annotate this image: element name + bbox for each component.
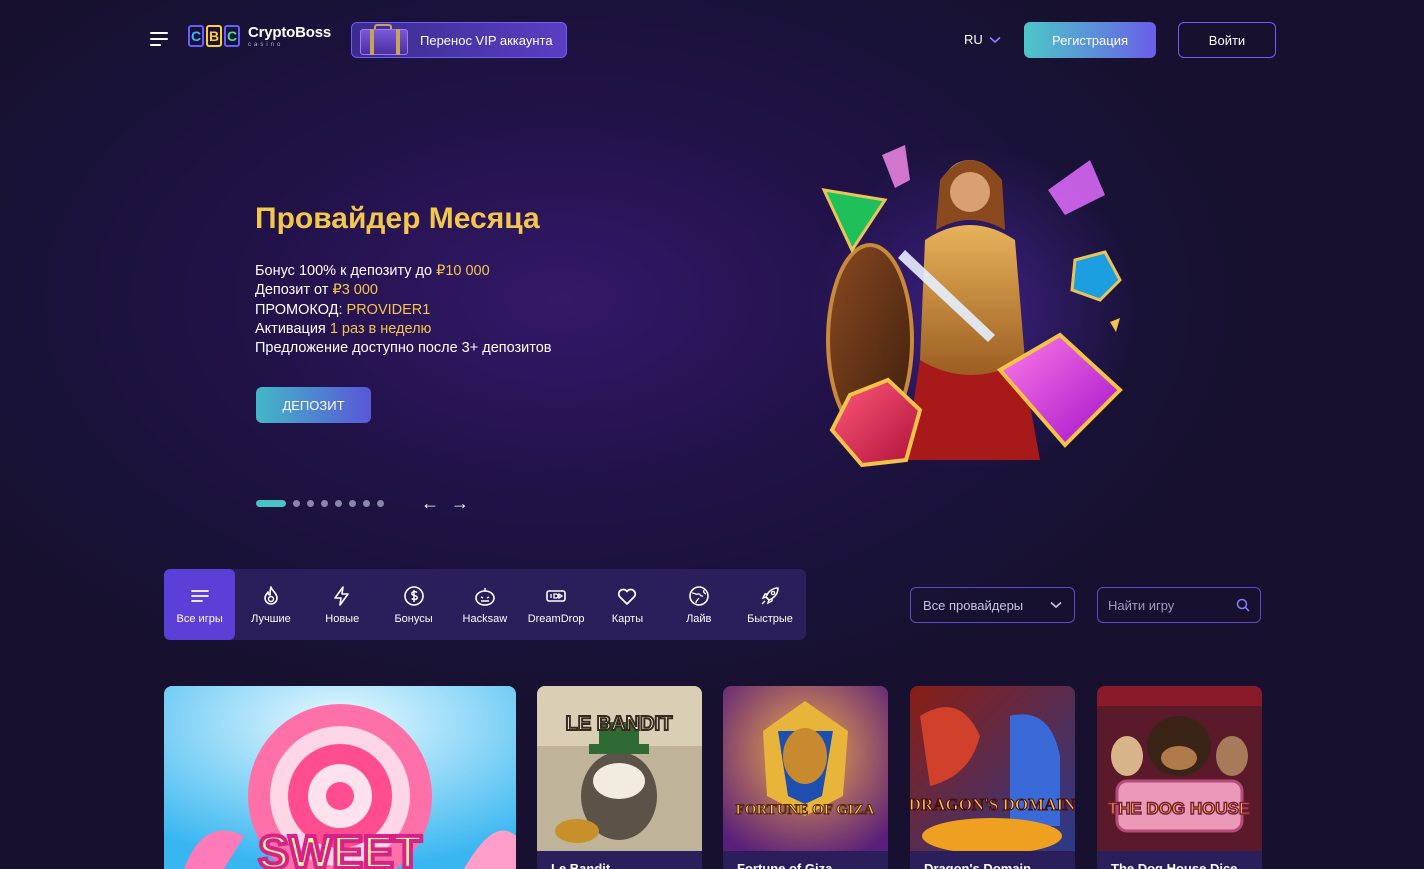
- game-card-le-bandit[interactable]: LE BANDIT Le Bandit: [537, 686, 702, 869]
- list-icon: [190, 589, 209, 602]
- pumpkin-icon: [475, 587, 495, 606]
- category-live[interactable]: Лайв: [663, 569, 734, 640]
- hero-title: Провайдер Месяца: [255, 202, 540, 235]
- game-thumbnail: FORTUNE OF GIZA: [723, 686, 888, 851]
- slider-dot[interactable]: [377, 500, 384, 507]
- login-button[interactable]: Войти: [1178, 22, 1276, 58]
- category-hacksaw[interactable]: Hacksaw: [449, 569, 520, 640]
- dreamdrop-icon: [546, 589, 566, 602]
- site-header: C B C CryptoBoss casino Перенос VIP акка…: [0, 0, 1424, 80]
- slider-next-arrow-icon[interactable]: →: [451, 493, 469, 514]
- game-card-dog-house-dice[interactable]: THE DOG HOUSE The Dog House Dice: [1097, 686, 1262, 869]
- slider-dots: [256, 500, 384, 507]
- game-title: Fortune of Giza: [737, 861, 833, 869]
- hero-details: Бонус 100% к депозиту до ₽10 000 Депозит…: [255, 262, 552, 358]
- category-dreamdrop[interactable]: DreamDrop: [520, 569, 591, 640]
- slider-dot[interactable]: [256, 500, 286, 507]
- game-title: Dragon's Domain: [924, 861, 1032, 869]
- svg-text:LE BANDIT: LE BANDIT: [566, 713, 673, 735]
- search-icon[interactable]: [1236, 598, 1250, 612]
- logo-mark: C B C: [188, 25, 240, 47]
- language-label: RU: [964, 32, 983, 47]
- rocket-icon: [761, 586, 779, 604]
- game-title: The Dog House Dice: [1111, 861, 1238, 869]
- game-card-fortune-of-giza[interactable]: FORTUNE OF GIZA Fortune of Giza: [723, 686, 888, 869]
- providers-dropdown[interactable]: Все провайдеры: [910, 587, 1075, 623]
- chevron-down-icon: [989, 36, 1001, 43]
- providers-selected-label: Все провайдеры: [923, 597, 1024, 613]
- game-categories-bar: Все игры Лучшие Новые Бонусы Hacksaw Dre…: [164, 569, 806, 640]
- slider-dot[interactable]: [335, 500, 342, 507]
- offer-condition-line: Предложение доступно после 3+ депозитов: [255, 340, 552, 357]
- heart-icon: [618, 588, 637, 605]
- vip-transfer-button[interactable]: Перенос VIP аккаунта: [351, 22, 567, 58]
- slider-prev-arrow-icon[interactable]: ←: [421, 493, 439, 514]
- slider-dot[interactable]: [349, 500, 356, 507]
- game-thumbnail: SWEET: [164, 686, 516, 869]
- svg-text:THE DOG HOUSE: THE DOG HOUSE: [1108, 799, 1251, 818]
- slider-dot[interactable]: [363, 500, 370, 507]
- activation-line: Активация 1 раз в неделю: [255, 320, 432, 337]
- deposit-line: Депозит от ₽3 000: [255, 282, 378, 299]
- slider-dot[interactable]: [307, 500, 314, 507]
- slider-dot[interactable]: [293, 500, 300, 507]
- globe-icon: [688, 585, 709, 606]
- fire-icon: [264, 585, 278, 605]
- chevron-down-icon: [1050, 601, 1062, 609]
- suitcase-icon: [352, 23, 412, 57]
- game-card-dragons-domain[interactable]: DRAGON'S DOMAIN Dragon's Domain: [910, 686, 1075, 869]
- game-thumbnail: THE DOG HOUSE: [1097, 686, 1262, 851]
- vip-transfer-label: Перенос VIP аккаунта: [420, 32, 553, 48]
- game-thumbnail: DRAGON'S DOMAIN: [910, 686, 1075, 851]
- site-logo[interactable]: C B C CryptoBoss casino: [188, 24, 331, 48]
- game-thumbnail: LE BANDIT: [537, 686, 702, 851]
- game-search-input[interactable]: [1108, 597, 1228, 613]
- category-bonuses[interactable]: Бонусы: [378, 569, 449, 640]
- svg-text:FORTUNE OF GIZA: FORTUNE OF GIZA: [736, 802, 875, 818]
- hamburger-menu-icon[interactable]: [150, 30, 170, 48]
- logo-name: CryptoBoss: [248, 24, 332, 41]
- promocode-line: ПРОМОКОД: PROVIDER1: [255, 301, 431, 318]
- lightning-icon: [334, 585, 350, 606]
- slider-dot[interactable]: [321, 500, 328, 507]
- category-cards[interactable]: Карты: [592, 569, 663, 640]
- logo-subtitle: casino: [248, 42, 284, 48]
- language-selector[interactable]: RU: [964, 32, 1001, 47]
- svg-text:DRAGON'S DOMAIN: DRAGON'S DOMAIN: [910, 795, 1075, 814]
- category-new[interactable]: Новые: [307, 569, 378, 640]
- svg-text:SWEET: SWEET: [258, 826, 422, 869]
- dollar-icon: [403, 585, 424, 606]
- bonus-line: Бонус 100% к депозиту до ₽10 000: [255, 263, 490, 279]
- category-best[interactable]: Лучшие: [235, 569, 306, 640]
- deposit-button[interactable]: ДЕПОЗИТ: [256, 387, 371, 423]
- game-card-sweet[interactable]: SWEET: [164, 686, 516, 869]
- game-search[interactable]: [1097, 587, 1261, 623]
- hero-warrior-illustration: [810, 145, 1140, 475]
- game-title: Le Bandit: [551, 861, 611, 869]
- register-button[interactable]: Регистрация: [1024, 22, 1156, 58]
- category-all-games[interactable]: Все игры: [164, 569, 236, 640]
- category-fast[interactable]: Быстрые: [734, 569, 805, 640]
